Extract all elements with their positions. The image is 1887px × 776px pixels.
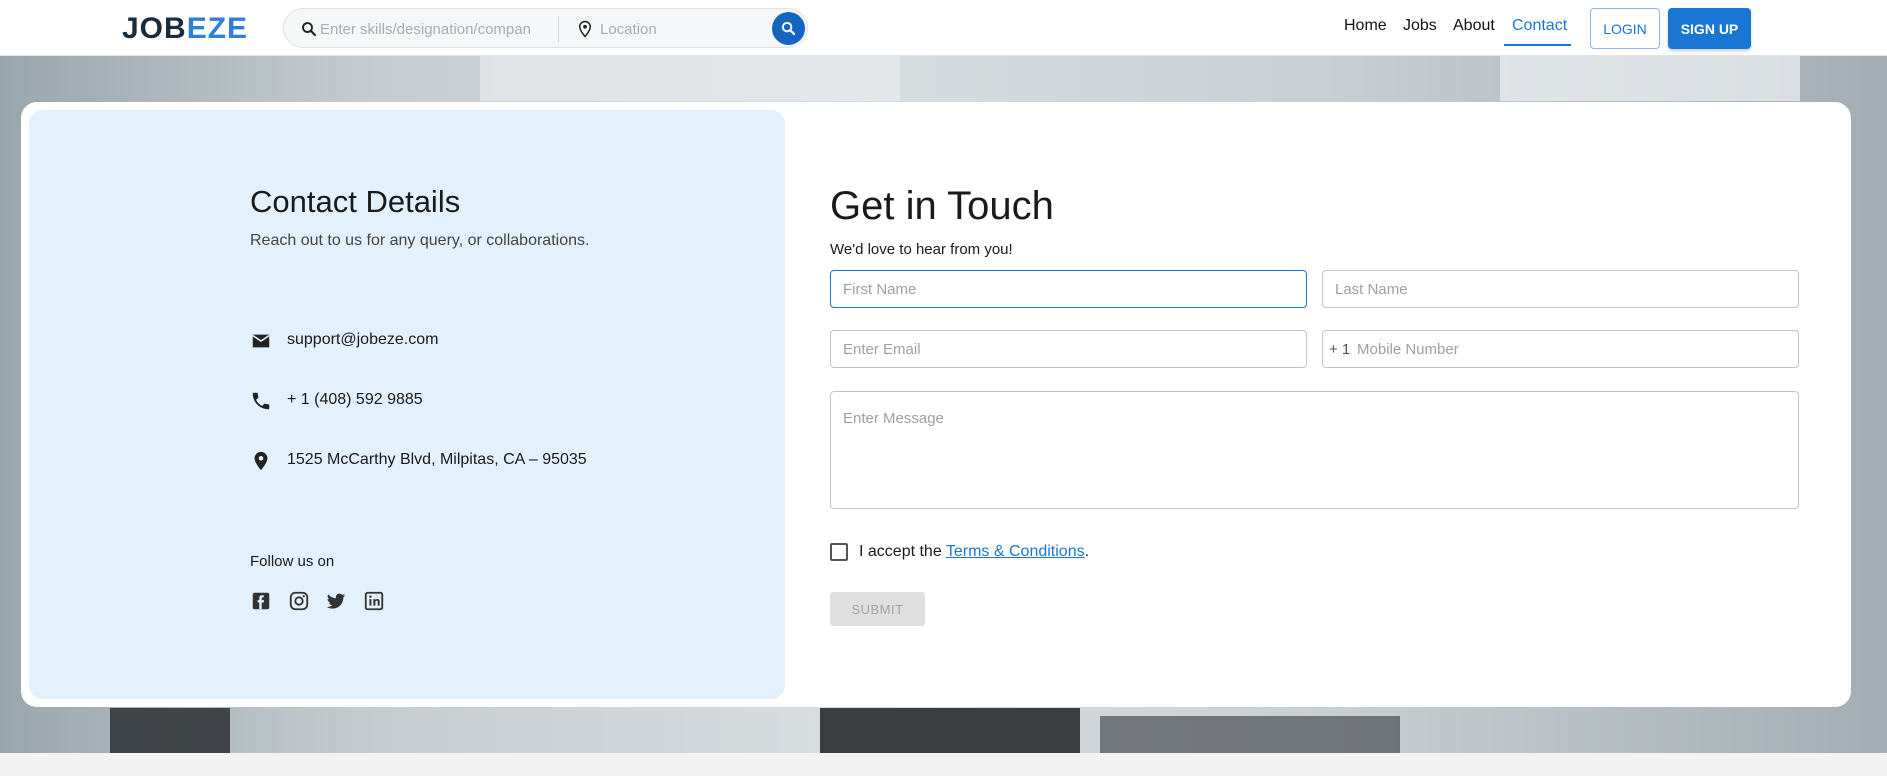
active-nav-indicator [1504, 44, 1571, 46]
search-icon [302, 22, 317, 37]
nav-contact[interactable]: Contact [1512, 17, 1567, 35]
contact-details-subtitle: Reach out to us for any query, or collab… [250, 232, 590, 249]
terms-checkbox[interactable] [830, 543, 848, 561]
logo-text-accent: EZE [186, 12, 249, 45]
contact-address: 1525 McCarthy Blvd, Milpitas, CA – 95035 [287, 451, 587, 468]
get-in-touch-title: Get in Touch [830, 184, 1054, 228]
mail-icon [252, 334, 270, 348]
mobile-number-field: + 1 [1322, 330, 1799, 368]
search-divider [558, 16, 559, 42]
background-photo-highlight [480, 56, 900, 101]
contact-email[interactable]: support@jobeze.com [287, 331, 438, 349]
footer-strip [0, 753, 1887, 776]
instagram-icon[interactable] [288, 590, 310, 612]
linkedin-icon[interactable] [363, 590, 385, 612]
country-code: + 1 [1329, 341, 1351, 358]
first-name-field[interactable] [830, 270, 1307, 308]
contact-details-panel: Contact Details Reach out to us for any … [29, 110, 785, 699]
background-photo-shadow [110, 708, 230, 753]
terms-acceptance-label: I accept the Terms & Conditions. [859, 543, 1089, 561]
logo-text-primary: JOB [122, 12, 187, 45]
signup-button[interactable]: SIGN UP [1668, 8, 1751, 49]
last-name-field[interactable] [1322, 270, 1799, 308]
contact-phone[interactable]: + 1 (408) 592 9885 [287, 391, 423, 409]
nav-jobs[interactable]: Jobs [1403, 17, 1437, 35]
facebook-icon[interactable] [250, 590, 272, 612]
background-photo-shadow [820, 708, 1080, 753]
terms-conditions-link[interactable]: Terms & Conditions [946, 543, 1085, 560]
search-submit-button[interactable] [772, 12, 805, 45]
submit-button[interactable]: SUBMIT [830, 592, 925, 626]
mobile-number-input[interactable] [1357, 338, 1787, 360]
message-field[interactable] [830, 391, 1799, 509]
skills-search-input[interactable] [320, 17, 530, 41]
search-icon [781, 21, 796, 36]
contact-details-title: Contact Details [250, 184, 461, 219]
follow-us-label: Follow us on [250, 553, 335, 570]
location-input[interactable] [600, 17, 750, 41]
terms-prefix-text: I accept the [859, 543, 946, 560]
location-pin-icon [578, 20, 592, 38]
twitter-icon[interactable] [325, 590, 347, 612]
email-field[interactable] [830, 330, 1307, 368]
phone-icon [252, 392, 270, 410]
login-button[interactable]: LOGIN [1590, 8, 1660, 49]
job-search-bar [283, 8, 808, 48]
location-pin-icon [254, 451, 268, 471]
background-photo-shadow [1100, 716, 1400, 753]
background-photo-highlight [1500, 56, 1800, 101]
contact-card: Contact Details Reach out to us for any … [21, 102, 1851, 707]
nav-about[interactable]: About [1453, 17, 1495, 35]
get-in-touch-subtitle: We'd love to hear from you! [830, 241, 1013, 258]
terms-suffix-text: . [1084, 543, 1090, 560]
top-navbar: JOBEZE Home Jobs About Contact LOGIN SIG… [0, 0, 1887, 56]
nav-home[interactable]: Home [1344, 17, 1387, 35]
jobeze-logo[interactable]: JOBEZE [122, 12, 248, 46]
